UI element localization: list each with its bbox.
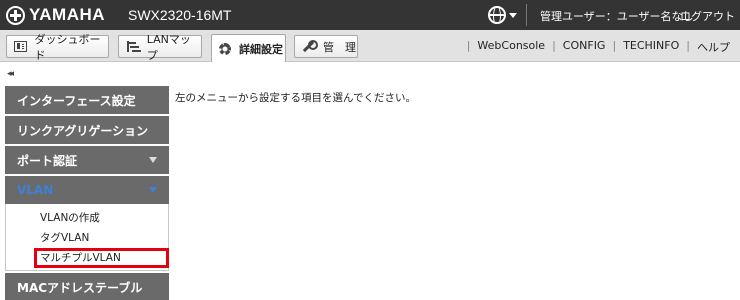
link-separator: |: [612, 39, 617, 52]
gear-icon: [219, 42, 231, 55]
techinfo-link[interactable]: TECHINFO: [623, 39, 679, 55]
sidebar-item-interface-settings[interactable]: インターフェース設定: [5, 86, 169, 114]
chevron-down-icon: [509, 12, 517, 18]
tab-label: 管 理: [323, 40, 356, 54]
tab-management[interactable]: 管 理: [294, 35, 358, 58]
submenu-item-multiple-vlan[interactable]: マルチプルVLAN: [34, 248, 169, 268]
config-link[interactable]: CONFIG: [563, 39, 606, 55]
tab-label: 詳細設定: [239, 42, 283, 56]
language-selector[interactable]: [488, 6, 517, 24]
tab-bar: ダッシュボード LANマップ 詳細設定 管 理 | WebConsole | C…: [0, 30, 740, 62]
globe-icon: [488, 6, 506, 24]
wrench-icon: [302, 40, 318, 52]
tab-label: LANマップ: [146, 32, 191, 62]
model-name: SWX2320-16MT: [128, 7, 232, 23]
help-link[interactable]: ヘルプ: [697, 39, 730, 55]
tab-lan-map[interactable]: LANマップ: [118, 33, 202, 62]
dashboard-icon: [14, 41, 27, 52]
instruction-message: 左のメニューから設定する項目を選んでください。: [175, 92, 416, 104]
sidebar-item-label: VLAN: [17, 183, 54, 197]
vlan-submenu: VLANの作成 タグVLAN マルチプルVLAN: [5, 204, 169, 271]
user-info: 管理ユーザー：ユーザー名なし: [540, 10, 694, 23]
brand-name: YAMAHA: [29, 5, 106, 24]
sidebar-item-label: リンクアグリゲーション: [17, 123, 149, 138]
sidebar-item-port-authentication[interactable]: ポート認証: [5, 146, 169, 174]
link-separator: |: [552, 39, 556, 52]
submenu-item-create-vlan[interactable]: VLANの作成: [6, 208, 168, 228]
tab-label: ダッシュボード: [34, 32, 101, 62]
chevron-down-icon: [149, 187, 157, 193]
sidebar-item-label: MACアドレステーブル: [17, 280, 143, 295]
link-separator: |: [686, 39, 690, 52]
collapse-sidebar-icon[interactable]: ◂◂: [7, 69, 14, 79]
tab-dashboard[interactable]: ダッシュボード: [6, 33, 109, 62]
submenu-item-tag-vlan[interactable]: タグVLAN: [6, 228, 168, 248]
sidebar: インターフェース設定 リンクアグリゲーション ポート認証 VLAN VLANの作…: [5, 86, 169, 300]
chevron-down-icon: [149, 157, 157, 163]
yamaha-logo: YAMAHA: [6, 5, 105, 25]
logout-link[interactable]: ログアウト: [680, 8, 735, 24]
lan-map-icon: [126, 41, 139, 52]
top-links: | WebConsole | CONFIG | TECHINFO | ヘルプ: [460, 39, 730, 55]
sidebar-item-link-aggregation[interactable]: リンクアグリゲーション: [5, 116, 169, 144]
sidebar-item-vlan[interactable]: VLAN: [5, 176, 169, 204]
top-bar: YAMAHA SWX2320-16MT 管理ユーザー：ユーザー名なし ログアウト: [0, 0, 740, 30]
tab-advanced-settings[interactable]: 詳細設定: [211, 34, 286, 62]
sidebar-item-label: ポート認証: [17, 153, 78, 168]
yamaha-logo-icon: [6, 5, 25, 25]
sidebar-item-mac-address-table[interactable]: MACアドレステーブル: [5, 273, 169, 300]
link-separator: |: [466, 39, 471, 52]
sidebar-item-label: インターフェース設定: [17, 93, 136, 108]
divider: [526, 4, 527, 26]
webconsole-link[interactable]: WebConsole: [477, 39, 545, 55]
